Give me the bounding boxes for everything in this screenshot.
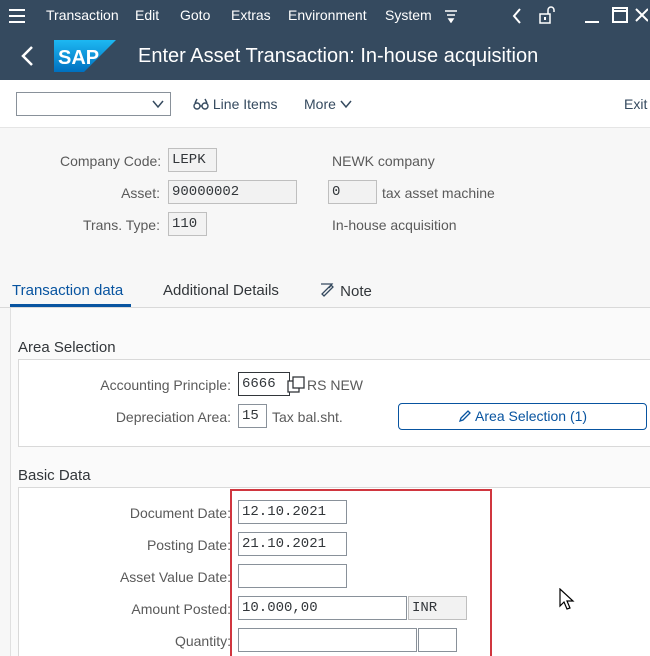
- asset-value-date-label: Asset Value Date:: [119, 569, 231, 585]
- area-selection-button-label: Area Selection (1): [475, 408, 588, 424]
- company-name-text: NEWK company: [332, 153, 435, 169]
- posting-date-label: Posting Date:: [146, 537, 231, 553]
- hamburger-menu-icon[interactable]: [9, 9, 25, 23]
- accounting-principle-label: Accounting Principle:: [100, 377, 231, 393]
- depreciation-area-description: Tax bal.sht.: [272, 409, 343, 425]
- asset-label: Asset:: [121, 185, 160, 201]
- depreciation-area-label: Depreciation Area:: [115, 409, 231, 425]
- pencil-icon: [458, 410, 471, 423]
- area-selection-title: Area Selection: [18, 339, 116, 356]
- more-menu-icon[interactable]: [444, 9, 458, 23]
- more-label: More: [304, 96, 336, 112]
- tab-transaction-data[interactable]: Transaction data: [12, 282, 123, 299]
- highlight-box: [230, 489, 492, 656]
- line-items-label: Line Items: [212, 96, 278, 112]
- trans-type-description-text: In-house acquisition: [332, 217, 457, 233]
- chevron-down-icon: [152, 100, 164, 109]
- sap-logo: SAP: [54, 40, 116, 72]
- asset-description-text: tax asset machine: [382, 185, 495, 201]
- accounting-principle-field[interactable]: 6666: [238, 372, 290, 396]
- depreciation-area-field[interactable]: 15: [238, 404, 267, 428]
- asset-subnumber-field[interactable]: 0: [328, 180, 377, 204]
- trans-type-label: Trans. Type:: [82, 217, 160, 233]
- toolbar: Line Items More Exit: [0, 80, 650, 128]
- tab-strip: Transaction data Additional Details Note: [0, 270, 650, 308]
- area-selection-button[interactable]: Area Selection (1): [398, 403, 647, 430]
- asset-number-field[interactable]: 90000002: [168, 180, 297, 204]
- title-bar: SAP Enter Asset Transaction: In-house ac…: [0, 32, 650, 80]
- note-pen-icon: [321, 283, 334, 297]
- chevron-down-icon: [340, 100, 352, 109]
- more-button[interactable]: More: [304, 96, 352, 112]
- command-field-select[interactable]: [16, 92, 171, 116]
- tab-note-label: Note: [340, 283, 372, 300]
- menu-transaction[interactable]: Transaction: [46, 7, 119, 23]
- menu-system[interactable]: System: [385, 7, 432, 23]
- tab-additional-details[interactable]: Additional Details: [163, 282, 279, 299]
- maximize-icon[interactable]: [612, 7, 628, 23]
- mouse-pointer-icon: [559, 588, 575, 610]
- value-help-icon[interactable]: [287, 376, 305, 394]
- quantity-label: Quantity:: [174, 633, 231, 649]
- glasses-icon: [193, 98, 209, 110]
- company-code-label: Company Code:: [60, 153, 162, 169]
- amount-posted-label: Amount Posted:: [131, 601, 231, 617]
- page-title: Enter Asset Transaction: In-house acquis…: [138, 45, 539, 67]
- exit-button[interactable]: Exit: [624, 96, 647, 112]
- accounting-principle-description: RS NEW: [307, 377, 363, 393]
- menu-environment[interactable]: Environment: [288, 7, 367, 23]
- basic-data-title: Basic Data: [18, 467, 91, 484]
- minimize-icon[interactable]: [584, 10, 600, 24]
- svg-text:SAP: SAP: [58, 47, 99, 69]
- chevron-left-icon[interactable]: [512, 8, 522, 24]
- menu-goto[interactable]: Goto: [180, 7, 210, 23]
- menu-edit[interactable]: Edit: [135, 7, 159, 23]
- trans-type-field[interactable]: 110: [168, 212, 207, 236]
- tab-note[interactable]: Note: [320, 282, 372, 300]
- document-date-label: Document Date:: [129, 505, 231, 521]
- line-items-button[interactable]: Line Items: [193, 96, 277, 112]
- menu-bar: Transaction Edit Goto Extras Environment…: [0, 0, 650, 32]
- back-arrow-icon[interactable]: [20, 45, 34, 67]
- unlock-icon[interactable]: [538, 6, 556, 24]
- active-tab-indicator: [10, 304, 131, 307]
- close-icon[interactable]: [634, 7, 648, 23]
- menu-extras[interactable]: Extras: [231, 7, 271, 23]
- company-code-field[interactable]: LEPK: [168, 148, 217, 172]
